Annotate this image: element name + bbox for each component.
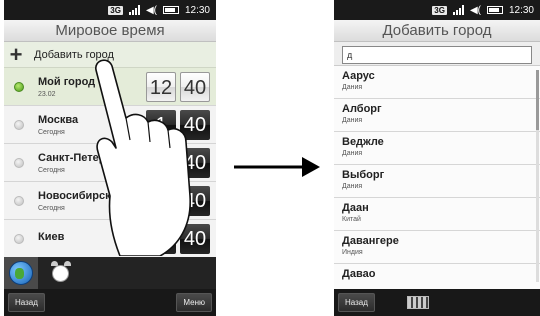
- signal-icon: [452, 5, 464, 15]
- network-3g-icon: 3G: [108, 5, 123, 15]
- flip-clock: 1 40: [146, 110, 210, 140]
- city-name: Давангере: [342, 235, 399, 247]
- radio-icon[interactable]: [14, 119, 24, 130]
- soft-key-bar: Назад Меню: [4, 289, 216, 316]
- city-result-row[interactable]: Аарус Дания: [334, 66, 540, 99]
- city-name: Мой город: [38, 75, 96, 88]
- back-button[interactable]: Назад: [8, 293, 45, 312]
- city-search-input[interactable]: [342, 46, 532, 64]
- page-title: Добавить город: [334, 20, 540, 42]
- country-name: Дания: [342, 84, 363, 91]
- transition-arrow-icon: [234, 157, 320, 177]
- city-row-moscow[interactable]: Москва Сегодня 1 40: [4, 106, 216, 144]
- country-name: Дания: [342, 117, 363, 124]
- city-row-saint-petersburg[interactable]: Санкт-Петер... Сегодня 1 40: [4, 144, 216, 182]
- radio-icon[interactable]: [14, 157, 24, 168]
- city-name: Аарус: [342, 70, 375, 82]
- clock-hour: 4: [146, 186, 176, 216]
- globe-icon: [9, 261, 33, 285]
- clock-minute: 40: [180, 148, 210, 178]
- battery-icon: [162, 6, 179, 14]
- tab-strip: [4, 257, 216, 289]
- city-name: Санкт-Петер...: [38, 151, 115, 164]
- city-name: Киев: [38, 231, 65, 243]
- city-result-row[interactable]: Давангере Индия: [334, 231, 540, 264]
- clock-minute: 40: [180, 224, 210, 254]
- city-date: 23.02: [38, 90, 56, 98]
- city-day: Сегодня: [38, 128, 65, 136]
- city-name: Новосибирск: [38, 189, 111, 202]
- country-name: Дания: [342, 150, 363, 157]
- city-name: Давао: [342, 268, 376, 280]
- country-name: Индия: [342, 249, 363, 256]
- city-result-row[interactable]: Выборг Дания: [334, 165, 540, 198]
- soft-key-bar: Назад: [334, 289, 540, 316]
- country-name: Китай: [342, 216, 361, 223]
- radio-icon[interactable]: [14, 195, 24, 206]
- flip-clock: 1 40: [146, 148, 210, 178]
- city-result-row[interactable]: Даан Китай: [334, 198, 540, 231]
- signal-icon: [128, 5, 140, 15]
- city-name: Выборг: [342, 169, 385, 181]
- clock-hour: 0: [146, 224, 176, 254]
- country-name: Дания: [342, 183, 363, 190]
- city-name: Москва: [38, 113, 79, 126]
- city-day: Сегодня: [38, 204, 65, 212]
- clock-minute: 40: [180, 186, 210, 216]
- clock-hour: 12: [146, 72, 176, 102]
- menu-button[interactable]: Меню: [176, 293, 212, 312]
- volume-icon: ◀(: [145, 4, 157, 16]
- flip-clock: 4 40: [146, 186, 210, 216]
- radio-icon[interactable]: [14, 233, 24, 244]
- tab-alarm[interactable]: [44, 257, 78, 289]
- world-clock-screen: 3G ◀( 12:30 Мировое время + Добавить гор…: [4, 0, 216, 316]
- plus-icon: +: [9, 41, 23, 67]
- city-result-row[interactable]: Алборг Дания: [334, 99, 540, 132]
- city-row-kyiv[interactable]: Киев 0 40: [4, 220, 216, 258]
- clock-minute: 40: [180, 110, 210, 140]
- clock-hour: 1: [146, 110, 176, 140]
- network-3g-icon: 3G: [432, 5, 447, 15]
- add-city-screen: 3G ◀( 12:30 Добавить город Аарус Дания А…: [334, 0, 540, 316]
- scrollbar[interactable]: [536, 70, 539, 282]
- city-row-my-city[interactable]: Мой город 23.02 12 40: [4, 68, 216, 106]
- city-name: Веджле: [342, 136, 384, 148]
- battery-icon: [486, 6, 503, 14]
- city-row-novosibirsk[interactable]: Новосибирск Сегодня 4 40: [4, 182, 216, 220]
- radio-selected-icon[interactable]: [14, 81, 24, 92]
- clock-minute: 40: [180, 72, 210, 102]
- city-day: Сегодня: [38, 166, 65, 174]
- city-name: Даан: [342, 202, 369, 214]
- flip-clock: 0 40: [146, 224, 210, 254]
- alarm-bell-right: [64, 261, 71, 266]
- clock-time: 12:30: [508, 4, 534, 16]
- status-bar: 3G ◀( 12:30: [4, 0, 216, 20]
- status-bar: 3G ◀( 12:30: [334, 0, 540, 20]
- alarm-clock-icon: [52, 265, 69, 282]
- clock-hour: 1: [146, 148, 176, 178]
- back-button[interactable]: Назад: [338, 293, 375, 312]
- city-result-row[interactable]: Веджле Дания: [334, 132, 540, 165]
- volume-icon: ◀(: [469, 4, 481, 16]
- keyboard-icon[interactable]: [406, 296, 429, 309]
- page-title: Мировое время: [4, 20, 216, 42]
- clock-time: 12:30: [184, 4, 210, 16]
- city-name: Алборг: [342, 103, 382, 115]
- tab-world-clock[interactable]: [4, 257, 38, 289]
- search-bar: [334, 42, 540, 66]
- add-city-label: Добавить город: [34, 48, 114, 61]
- add-city-button[interactable]: + Добавить город: [4, 42, 216, 68]
- flip-clock: 12 40: [146, 72, 210, 102]
